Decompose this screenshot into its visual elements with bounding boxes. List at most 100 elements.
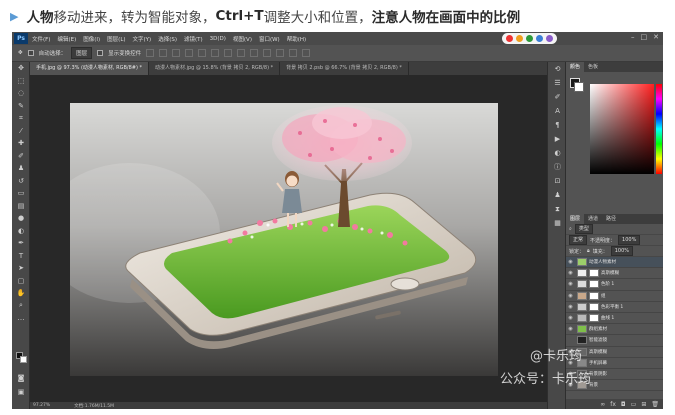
menu-3d[interactable]: 3D(D) — [210, 36, 226, 42]
eye-icon[interactable]: ◉ — [566, 315, 575, 321]
auto-select-dropdown[interactable]: 图层 — [71, 47, 93, 59]
shape-icon[interactable]: ▢ — [12, 275, 30, 288]
maximize-icon[interactable]: □ — [641, 33, 648, 41]
history-icon[interactable]: ⟲ — [548, 62, 567, 76]
tab-swatches[interactable]: 色板 — [584, 62, 602, 72]
ime-toolbar[interactable] — [502, 33, 557, 44]
menu-edit[interactable]: 编辑(E) — [57, 35, 76, 43]
move-icon[interactable]: ✥ — [12, 62, 30, 75]
background-color-swatch[interactable] — [20, 356, 27, 363]
eyedropper-icon[interactable]: ⁄ — [12, 125, 30, 138]
marquee-icon[interactable]: ⬚ — [12, 75, 30, 88]
background-swatch[interactable] — [574, 82, 584, 92]
tab-layers[interactable]: 图层 — [566, 214, 585, 224]
menu-help[interactable]: 帮助(H) — [287, 35, 306, 43]
distribute-bottom-icon[interactable] — [250, 49, 259, 57]
blend-mode-dropdown[interactable]: 正常 — [569, 235, 588, 245]
minimize-icon[interactable]: – — [631, 33, 635, 41]
tab-phone[interactable]: 手机.jpg @ 97.3% (动漫人物素材, RGB/8#) * — [30, 62, 149, 75]
character-icon[interactable]: A — [548, 104, 567, 118]
brush-icon[interactable]: ✐ — [12, 150, 30, 163]
tab-color[interactable]: 颜色 — [566, 62, 585, 72]
tab-background-copy[interactable]: 背景 拷贝 2.psb @ 66.7% (背景 拷贝 2, RGB/8) * — [280, 62, 409, 75]
transform-controls-checkbox[interactable] — [97, 50, 104, 56]
align-hcenter-icon[interactable] — [198, 49, 207, 57]
distribute-right-icon[interactable] — [289, 49, 298, 57]
layer-row[interactable]: ◉ 曲线 1 — [566, 313, 663, 325]
lock-icon[interactable]: 🔒︎ — [587, 248, 590, 254]
menu-image[interactable]: 图像(I) — [83, 35, 100, 43]
tab-channels[interactable]: 通道 — [584, 214, 602, 224]
layer-row[interactable]: ◉ 群组素材 — [566, 324, 663, 336]
tab-paths[interactable]: 路径 — [602, 214, 620, 224]
menu-view[interactable]: 视图(V) — [233, 35, 252, 43]
layer-row[interactable]: ◉ 组 — [566, 291, 663, 302]
styles-icon[interactable]: ▦ — [548, 216, 567, 230]
info-icon[interactable]: ⓘ — [548, 160, 567, 174]
auto-align-icon[interactable] — [302, 49, 311, 57]
quick-select-icon[interactable]: ✎ — [12, 100, 30, 113]
lasso-icon[interactable]: ◌ — [12, 87, 30, 100]
distribute-top-icon[interactable] — [224, 49, 233, 57]
saturation-field[interactable] — [590, 84, 654, 174]
eye-icon[interactable]: ◉ — [566, 259, 575, 265]
actions-icon[interactable]: ▶ — [548, 132, 567, 146]
menu-file[interactable]: 文件(F) — [32, 35, 50, 43]
color-picker[interactable] — [566, 72, 663, 182]
menu-select[interactable]: 选择(S) — [158, 35, 177, 43]
delete-layer-icon[interactable]: 🗑︎ — [651, 401, 659, 408]
zoom-level[interactable]: 97.27% — [33, 403, 50, 408]
align-bottom-icon[interactable] — [172, 49, 181, 57]
tab-anime-material[interactable]: 动漫人物素材.jpg @ 15.8% (背景 拷贝 2, RGB/8) * — [149, 62, 281, 75]
paragraph-icon[interactable]: ¶ — [548, 118, 567, 132]
align-top-icon[interactable] — [146, 49, 155, 57]
layer-row[interactable]: ◉ 色彩平衡 1 — [566, 302, 663, 313]
history-brush-icon[interactable]: ↺ — [12, 175, 30, 188]
stamp-icon[interactable]: ♟ — [12, 162, 30, 175]
pen-icon[interactable]: ✒ — [12, 237, 30, 250]
menu-filter[interactable]: 滤镜(T) — [184, 35, 203, 43]
screen-mode-icon[interactable]: ▣ — [12, 386, 30, 399]
new-group-icon[interactable]: ▭ — [631, 401, 637, 408]
layer-row[interactable]: ◉ 色阶 1 — [566, 279, 663, 291]
align-right-icon[interactable] — [211, 49, 220, 57]
hand-icon[interactable]: ✋ — [12, 287, 30, 300]
clone-source-icon[interactable]: ♟ — [548, 188, 567, 202]
crop-icon[interactable]: ⌗ — [12, 112, 30, 125]
gradient-icon[interactable]: ▤ — [12, 200, 30, 213]
eye-icon[interactable]: ◉ — [566, 293, 575, 299]
add-mask-icon[interactable]: ◘ — [621, 401, 626, 408]
menu-type[interactable]: 文字(Y) — [133, 35, 152, 43]
eye-icon[interactable]: ◉ — [566, 304, 575, 310]
path-select-icon[interactable]: ➤ — [12, 262, 30, 275]
eye-icon[interactable]: ◉ — [566, 270, 575, 276]
document-canvas[interactable] — [70, 103, 498, 376]
zoom-icon[interactable]: ⌕ — [12, 300, 30, 313]
eye-icon[interactable]: ◉ — [566, 326, 575, 332]
hue-slider[interactable] — [656, 84, 662, 174]
close-icon[interactable]: ✕ — [653, 33, 659, 41]
distribute-vcenter-icon[interactable] — [237, 49, 246, 57]
dodge-icon[interactable]: ◐ — [12, 225, 30, 238]
new-layer-icon[interactable]: ⊞ — [641, 401, 646, 408]
type-icon[interactable]: T — [12, 250, 30, 263]
canvas-area[interactable] — [30, 75, 547, 402]
blur-icon[interactable]: ● — [12, 212, 30, 225]
link-layers-icon[interactable]: ∞ — [600, 401, 605, 408]
opacity-input[interactable]: 100% — [618, 235, 641, 245]
layer-style-icon[interactable]: fx — [610, 401, 616, 408]
adjustments-icon[interactable]: ◐ — [548, 146, 567, 160]
distribute-left-icon[interactable] — [263, 49, 272, 57]
align-vcenter-icon[interactable] — [159, 49, 168, 57]
properties-icon[interactable]: ☰ — [548, 76, 567, 90]
more-tools-icon[interactable]: … — [12, 312, 30, 325]
layer-row[interactable]: ◉ 高斯模糊 — [566, 268, 663, 280]
distribute-hcenter-icon[interactable] — [276, 49, 285, 57]
fill-input[interactable]: 100% — [610, 246, 633, 256]
align-left-icon[interactable] — [185, 49, 194, 57]
quick-mask-icon[interactable]: ◙ — [12, 372, 30, 385]
brush-panel-icon[interactable]: ✐ — [548, 90, 567, 104]
navigator-icon[interactable]: ⊡ — [548, 174, 567, 188]
layer-kind-dropdown[interactable]: 类型 — [574, 224, 593, 234]
menu-window[interactable]: 窗口(W) — [259, 35, 280, 43]
